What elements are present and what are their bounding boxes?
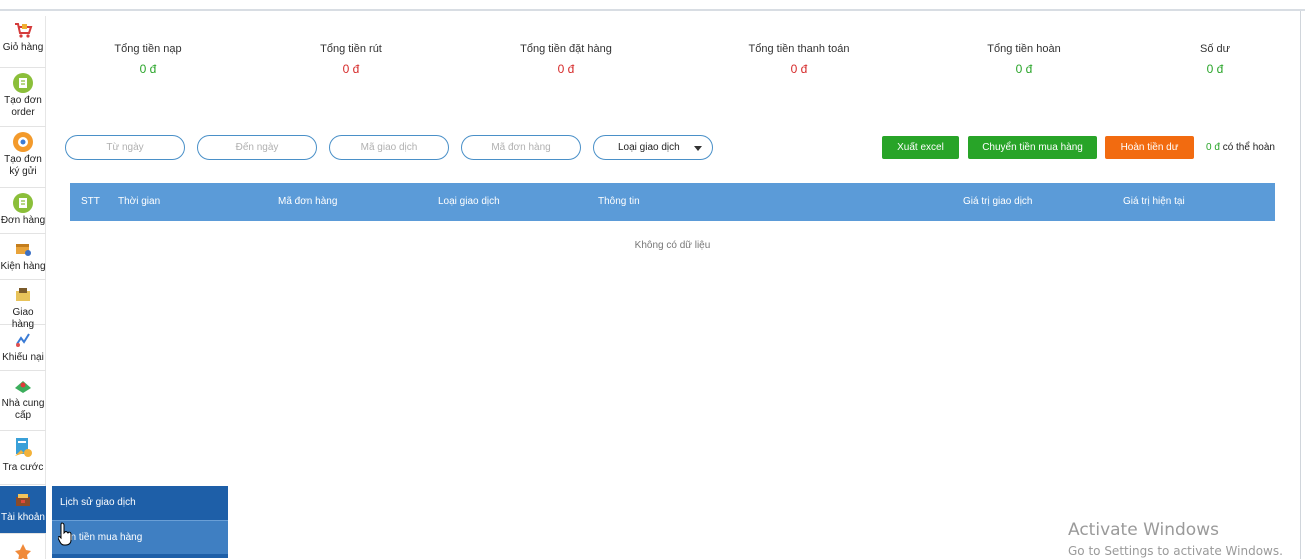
order-code-input[interactable]: Mã đơn hàng bbox=[461, 135, 581, 160]
account-submenu: Lịch sử giao dịch yển tiền mua hàng bbox=[52, 486, 228, 558]
account-icon bbox=[13, 490, 33, 510]
sidebar-item-supplier[interactable]: Nhà cung cấp bbox=[0, 372, 46, 431]
sidebar-item-more[interactable] bbox=[0, 538, 46, 559]
col-time: Thời gian bbox=[118, 196, 161, 207]
refundable-amount: 0 đ bbox=[1206, 142, 1220, 153]
windows-activation-watermark: Activate Windows Go to Settings to activ… bbox=[1068, 520, 1283, 558]
sidebar-item-label: Tạo đơn ký gửi bbox=[4, 154, 42, 177]
sidebar-item-label: Khiếu nại bbox=[2, 352, 44, 363]
top-border bbox=[0, 9, 1305, 11]
right-border bbox=[1300, 11, 1301, 559]
to-date-input[interactable]: Đến ngày bbox=[197, 135, 317, 160]
sidebar-item-label: Đơn hàng bbox=[0, 215, 46, 226]
from-date-input[interactable]: Từ ngày bbox=[65, 135, 185, 160]
stat-value: 0 đ bbox=[557, 62, 575, 76]
empty-table-message: Không có dữ liệu bbox=[634, 240, 711, 251]
complaint-icon bbox=[13, 330, 33, 350]
stat-value: 0 đ bbox=[139, 62, 157, 76]
transaction-code-input[interactable]: Mã giao dịch bbox=[329, 135, 449, 160]
stat-total-deposit: Tổng tiền nạp 0 đ bbox=[98, 43, 198, 76]
sidebar-item-create-order[interactable]: Tạo đơn order bbox=[0, 69, 46, 127]
caret-down-icon bbox=[694, 146, 702, 151]
transfer-purchase-button[interactable]: Chuyển tiền mua hàng bbox=[968, 136, 1097, 159]
stat-value: 0 đ bbox=[342, 62, 360, 76]
create-order-icon bbox=[13, 73, 33, 93]
stat-title: Số dư bbox=[1200, 43, 1230, 55]
stat-title: Tổng tiền thanh toán bbox=[748, 43, 850, 55]
col-current-value: Giá trị hiện tại bbox=[1123, 196, 1185, 207]
table-header: STT Thời gian Mã đơn hàng Loại giao dịch… bbox=[70, 183, 1275, 221]
sidebar-item-fee-lookup[interactable]: Tra cước bbox=[0, 432, 46, 485]
stat-value: 0 đ bbox=[1015, 62, 1033, 76]
stat-title: Tổng tiền nạp bbox=[114, 43, 182, 55]
sidebar-item-consignment[interactable]: Tạo đơn ký gửi bbox=[0, 128, 46, 188]
sidebar-item-orders[interactable]: Đơn hàng bbox=[0, 189, 46, 234]
stat-title: Tổng tiền rút bbox=[320, 43, 382, 55]
col-info: Thông tin bbox=[598, 196, 640, 207]
package-icon bbox=[13, 239, 33, 259]
export-excel-button[interactable]: Xuất excel bbox=[882, 136, 959, 159]
sidebar-item-label: Nhà cung cấp bbox=[1, 398, 45, 421]
stat-balance: Số dư 0 đ bbox=[1175, 43, 1255, 76]
sidebar-item-label: Tài khoản bbox=[1, 512, 45, 523]
watermark-subtitle: Go to Settings to activate Windows. bbox=[1068, 544, 1283, 558]
sidebar-item-package[interactable]: Kiện hàng bbox=[0, 235, 46, 280]
sidebar: Giỏ hàng Tạo đơn order Tạo đơn ký gửi Đơ… bbox=[0, 16, 46, 559]
stat-value: 0 đ bbox=[1206, 62, 1224, 76]
sidebar-item-account[interactable]: Tài khoản bbox=[0, 486, 46, 534]
refundable-note: 0 đ có thể hoàn bbox=[1206, 142, 1275, 153]
sidebar-item-label: Giỏ hàng bbox=[2, 42, 44, 53]
more-icon bbox=[13, 542, 33, 559]
stat-total-payment: Tổng tiền thanh toán 0 đ bbox=[739, 43, 859, 76]
stat-title: Tổng tiền đặt hàng bbox=[520, 43, 612, 55]
sidebar-item-delivery[interactable]: Giao hàng bbox=[0, 281, 46, 330]
orders-icon bbox=[13, 193, 33, 213]
hand-cursor-icon bbox=[58, 522, 72, 546]
sidebar-item-cart[interactable]: Giỏ hàng bbox=[0, 16, 46, 68]
col-transaction-value: Giá trị giao dịch bbox=[963, 196, 1033, 207]
watermark-title: Activate Windows bbox=[1068, 520, 1219, 540]
stat-total-order: Tổng tiền đặt hàng 0 đ bbox=[506, 43, 626, 76]
col-transaction-type: Loại giao dịch bbox=[438, 196, 500, 207]
sidebar-item-complaint[interactable]: Khiếu nại bbox=[0, 326, 46, 371]
submenu-item-transaction-history[interactable]: Lịch sử giao dịch bbox=[52, 486, 228, 520]
transaction-type-select[interactable]: Loại giao dịch bbox=[593, 135, 713, 160]
refundable-label: có thể hoàn bbox=[1222, 142, 1275, 153]
transaction-type-label: Loại giao dịch bbox=[618, 142, 680, 153]
fee-lookup-icon bbox=[12, 436, 34, 460]
stat-total-refund: Tổng tiền hoàn 0 đ bbox=[974, 43, 1074, 76]
consignment-icon bbox=[13, 132, 33, 152]
sidebar-item-label: Kiện hàng bbox=[0, 261, 46, 272]
supplier-icon bbox=[13, 376, 33, 396]
stat-total-withdraw: Tổng tiền rút 0 đ bbox=[301, 43, 401, 76]
stat-value: 0 đ bbox=[790, 62, 808, 76]
submenu-item-transfer-purchase[interactable]: yển tiền mua hàng bbox=[52, 520, 228, 554]
stat-title: Tổng tiền hoàn bbox=[987, 43, 1061, 55]
cart-icon bbox=[13, 20, 33, 40]
refund-excess-button[interactable]: Hoàn tiền dư bbox=[1105, 136, 1194, 159]
sidebar-item-label: Tra cước bbox=[2, 462, 44, 473]
sidebar-item-label: Tạo đơn order bbox=[4, 95, 42, 118]
col-order-code: Mã đơn hàng bbox=[278, 196, 338, 207]
col-stt: STT bbox=[81, 196, 100, 207]
delivery-icon bbox=[13, 285, 33, 305]
